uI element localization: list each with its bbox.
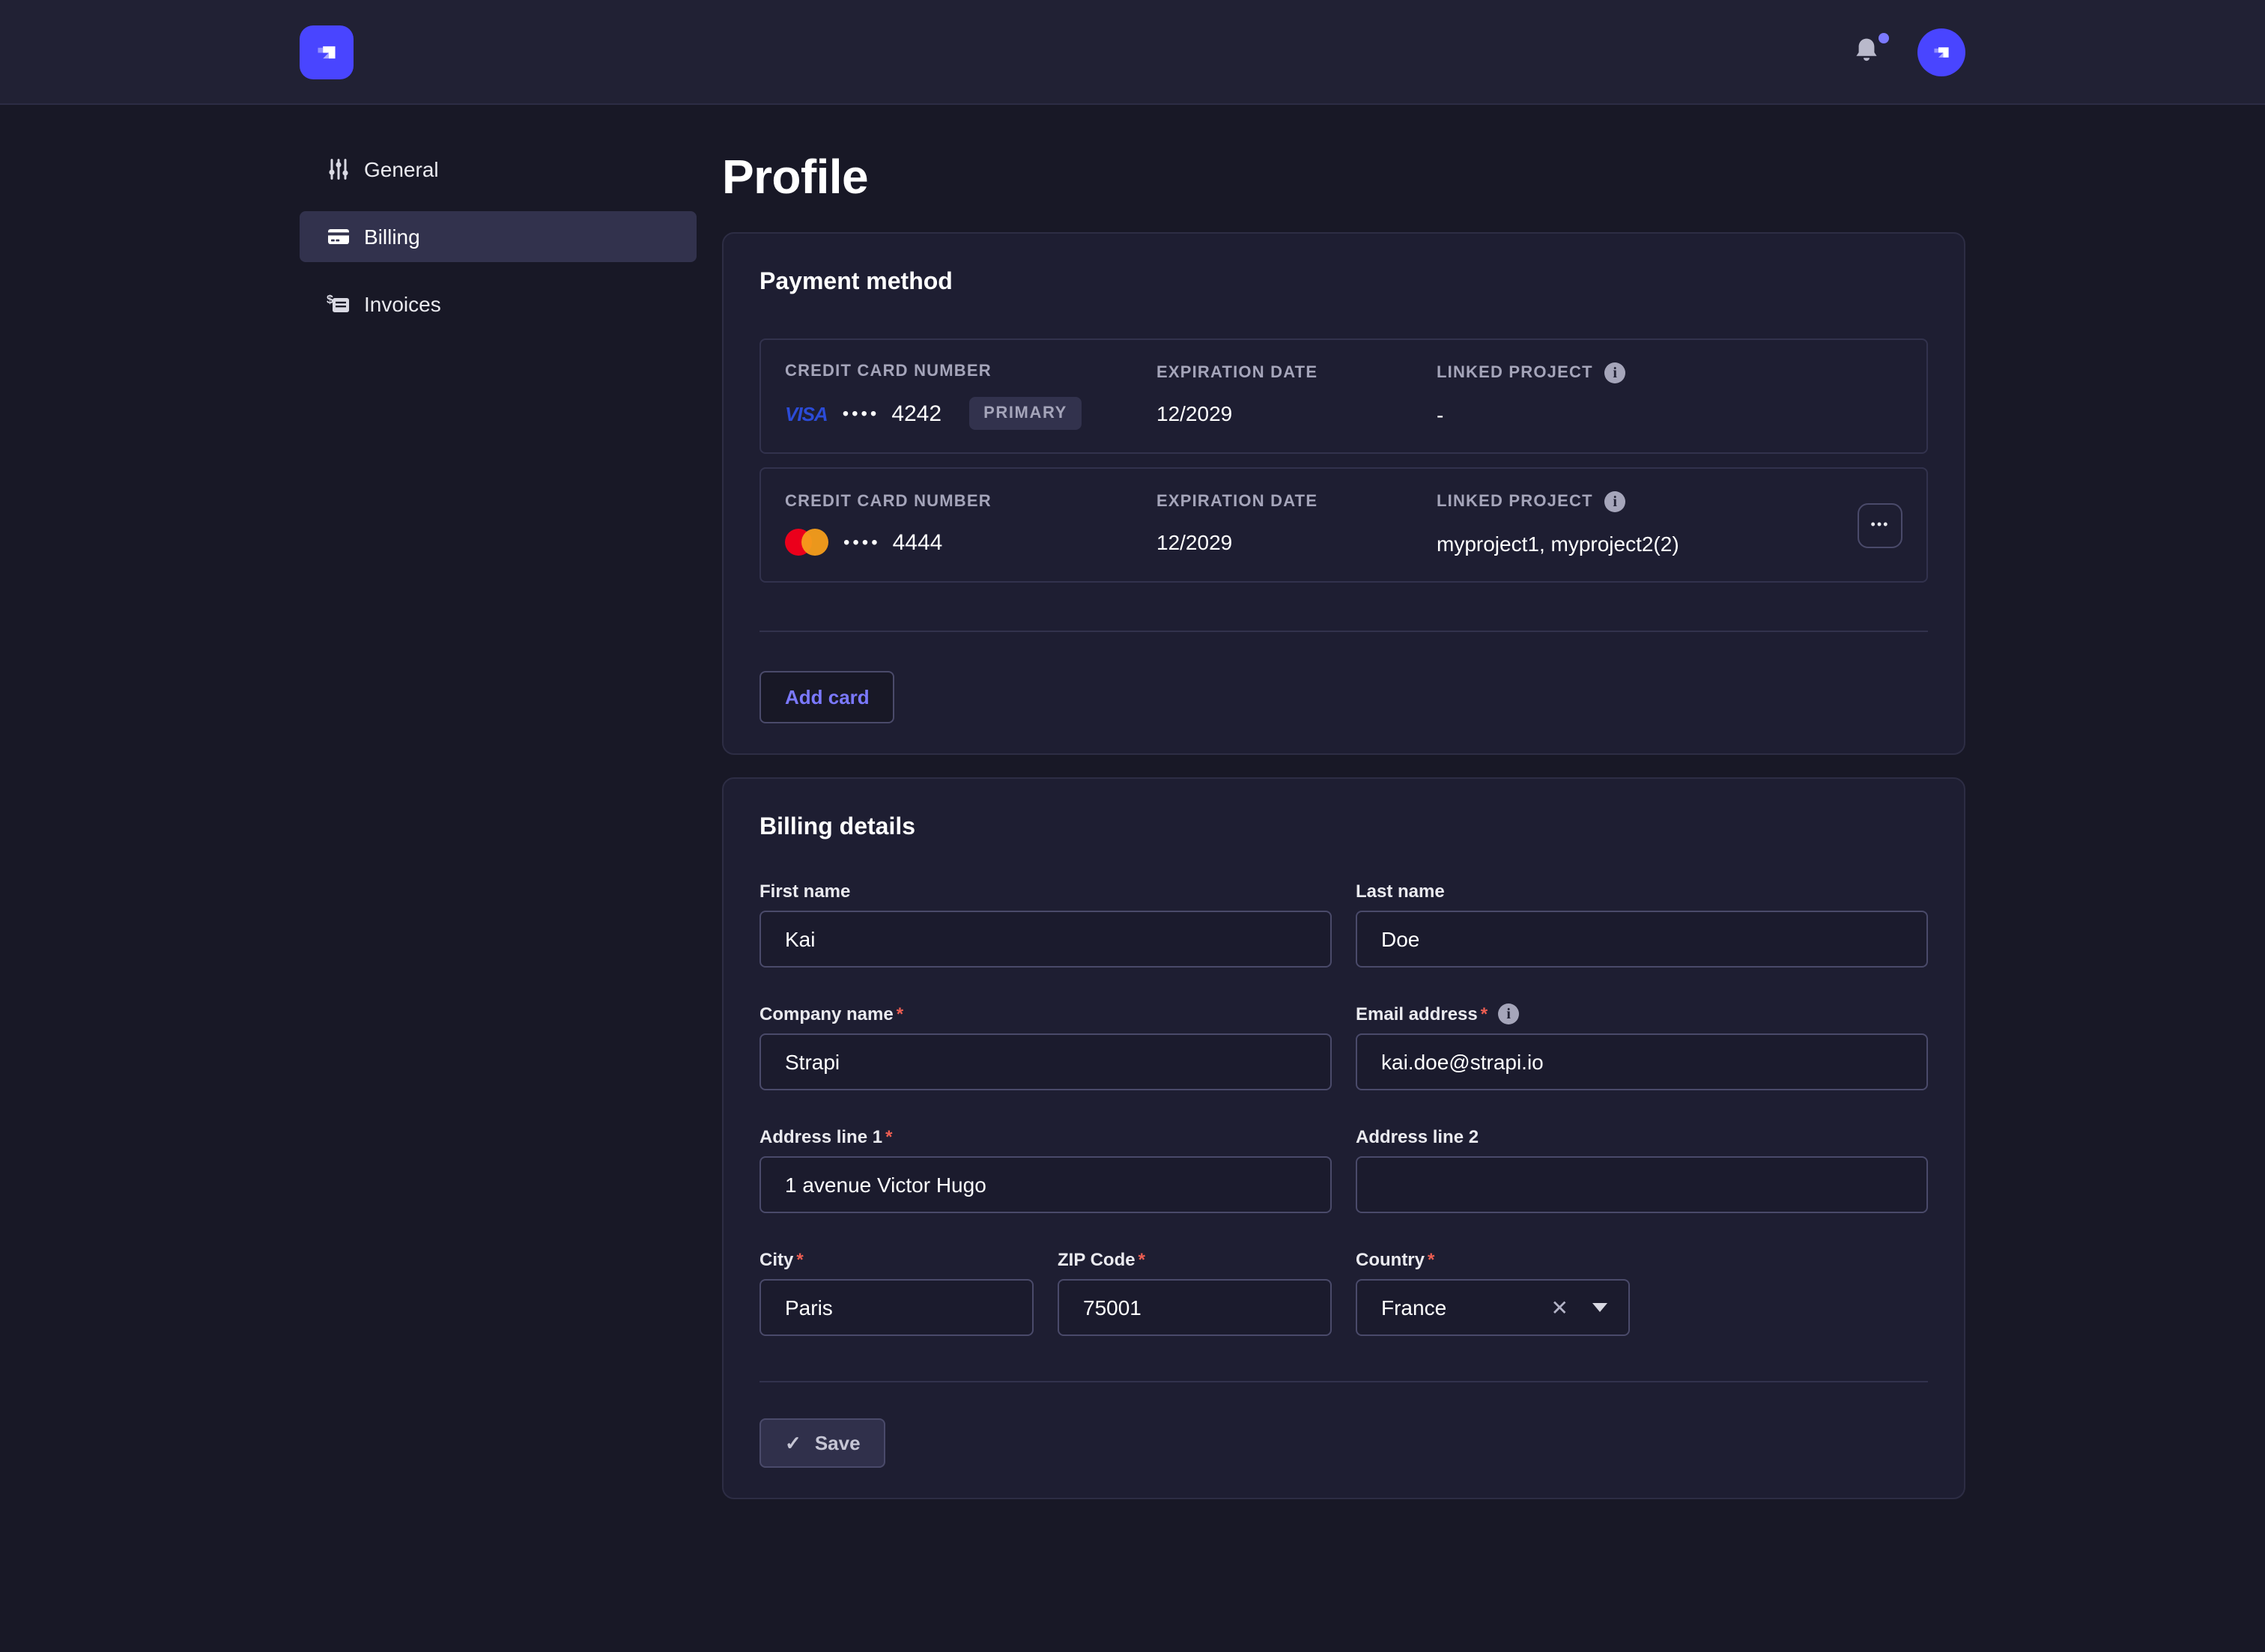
info-icon[interactable]: i bbox=[1605, 491, 1626, 512]
expiration-date-header: EXPIRATION DATE bbox=[1156, 493, 1437, 511]
payment-method-title: Payment method bbox=[759, 270, 1928, 297]
zip-code-field-group: ZIP Code * bbox=[1058, 1249, 1332, 1336]
sidebar-item-label: General bbox=[364, 157, 439, 181]
save-button-label: Save bbox=[815, 1432, 861, 1454]
save-button[interactable]: ✓ Save bbox=[759, 1418, 886, 1468]
first-name-input[interactable] bbox=[759, 911, 1332, 968]
sliders-icon bbox=[327, 157, 351, 181]
address-line1-input[interactable] bbox=[759, 1156, 1332, 1213]
sidebar-item-general[interactable]: General bbox=[300, 144, 697, 195]
credit-card-icon bbox=[327, 225, 351, 249]
linked-project-value: myproject1, myproject2(2) bbox=[1437, 529, 1858, 559]
address-line1-label: Address line 1 bbox=[759, 1126, 882, 1147]
add-card-button[interactable]: Add card bbox=[759, 671, 895, 723]
credit-card-row-mastercard: CREDIT CARD NUMBER •••• 4444 EXPIRATION … bbox=[759, 467, 1928, 583]
masked-digits: •••• bbox=[843, 403, 880, 424]
address-line2-input[interactable] bbox=[1356, 1156, 1928, 1213]
city-input[interactable] bbox=[759, 1279, 1034, 1336]
billing-details-card: Billing details First name Last name Com… bbox=[722, 777, 1965, 1499]
sidebar-item-label: Billing bbox=[364, 225, 420, 249]
page-title: Profile bbox=[722, 150, 1965, 205]
sidebar-item-label: Invoices bbox=[364, 292, 441, 316]
country-label: Country bbox=[1356, 1249, 1425, 1270]
credit-card-row-visa: CREDIT CARD NUMBER VISA •••• 4242 PRIMAR… bbox=[759, 338, 1928, 454]
info-icon[interactable]: i bbox=[1605, 362, 1626, 383]
card-last4: 4444 bbox=[893, 529, 943, 555]
required-asterisk: * bbox=[1138, 1249, 1145, 1270]
required-asterisk: * bbox=[796, 1249, 803, 1270]
expiration-date-value: 12/2029 bbox=[1156, 398, 1437, 428]
topbar bbox=[0, 0, 2265, 105]
main-content: Profile Payment method CREDIT CARD NUMBE… bbox=[722, 105, 1965, 1559]
credit-card-number-header: CREDIT CARD NUMBER bbox=[785, 493, 1156, 511]
first-name-label: First name bbox=[759, 881, 850, 902]
company-name-field-group: Company name * bbox=[759, 1003, 1332, 1090]
user-avatar[interactable] bbox=[1917, 28, 1965, 76]
last-name-field-group: Last name bbox=[1356, 881, 1928, 968]
credit-card-number-header: CREDIT CARD NUMBER bbox=[785, 362, 1156, 380]
city-field-group: City * bbox=[759, 1249, 1034, 1336]
required-asterisk: * bbox=[885, 1126, 892, 1147]
required-asterisk: * bbox=[1481, 1003, 1488, 1024]
company-name-label: Company name bbox=[759, 1003, 894, 1024]
svg-text:$: $ bbox=[327, 294, 333, 306]
notification-dot bbox=[1879, 32, 1889, 43]
address-line2-field-group: Address line 2 bbox=[1356, 1126, 1928, 1213]
email-label: Email address bbox=[1356, 1003, 1478, 1024]
info-icon[interactable]: i bbox=[1498, 1003, 1519, 1024]
zip-code-input[interactable] bbox=[1058, 1279, 1332, 1336]
strapi-logo-icon[interactable] bbox=[300, 25, 354, 79]
check-icon: ✓ bbox=[785, 1431, 801, 1455]
required-asterisk: * bbox=[1428, 1249, 1434, 1270]
mastercard-logo-icon bbox=[785, 529, 828, 556]
last-name-input[interactable] bbox=[1356, 911, 1928, 968]
clear-selection-icon[interactable]: ✕ bbox=[1551, 1295, 1568, 1320]
email-input[interactable] bbox=[1356, 1033, 1928, 1090]
country-field-group: Country * France ✕ bbox=[1356, 1249, 1630, 1336]
expiration-date-header: EXPIRATION DATE bbox=[1156, 364, 1437, 382]
linked-project-header: LINKED PROJECT bbox=[1437, 493, 1593, 511]
chevron-down-icon[interactable] bbox=[1592, 1303, 1607, 1312]
linked-project-header: LINKED PROJECT bbox=[1437, 364, 1593, 382]
company-name-input[interactable] bbox=[759, 1033, 1332, 1090]
sidebar-item-billing[interactable]: Billing bbox=[300, 211, 697, 262]
notifications-bell-icon[interactable] bbox=[1852, 35, 1885, 68]
sidebar-item-invoices[interactable]: $ Invoices bbox=[300, 279, 697, 330]
required-asterisk: * bbox=[897, 1003, 903, 1024]
masked-digits: •••• bbox=[843, 532, 881, 553]
last-name-label: Last name bbox=[1356, 881, 1445, 902]
first-name-field-group: First name bbox=[759, 881, 1332, 968]
city-label: City bbox=[759, 1249, 793, 1270]
primary-badge: PRIMARY bbox=[968, 397, 1082, 430]
expiration-date-value: 12/2029 bbox=[1156, 527, 1437, 557]
country-selected-value: France bbox=[1381, 1296, 1446, 1320]
billing-divider bbox=[759, 1381, 1928, 1382]
payment-method-card: Payment method CREDIT CARD NUMBER VISA •… bbox=[722, 232, 1965, 755]
zip-code-label: ZIP Code bbox=[1058, 1249, 1135, 1270]
payment-divider bbox=[759, 631, 1928, 632]
settings-sidebar: General Billing $ bbox=[300, 105, 697, 346]
address-line2-label: Address line 2 bbox=[1356, 1126, 1479, 1147]
linked-project-value: - bbox=[1437, 400, 1902, 430]
card-actions-menu-button[interactable]: ••• bbox=[1858, 502, 1902, 547]
country-select[interactable]: France ✕ bbox=[1356, 1279, 1630, 1336]
card-last4: 4242 bbox=[891, 401, 942, 426]
ellipsis-icon: ••• bbox=[1871, 518, 1890, 532]
email-field-group: Email address * i bbox=[1356, 1003, 1928, 1090]
invoice-icon: $ bbox=[327, 292, 351, 316]
billing-details-title: Billing details bbox=[759, 815, 1928, 842]
address-line1-field-group: Address line 1 * bbox=[759, 1126, 1332, 1213]
visa-logo-icon: VISA bbox=[785, 402, 828, 425]
